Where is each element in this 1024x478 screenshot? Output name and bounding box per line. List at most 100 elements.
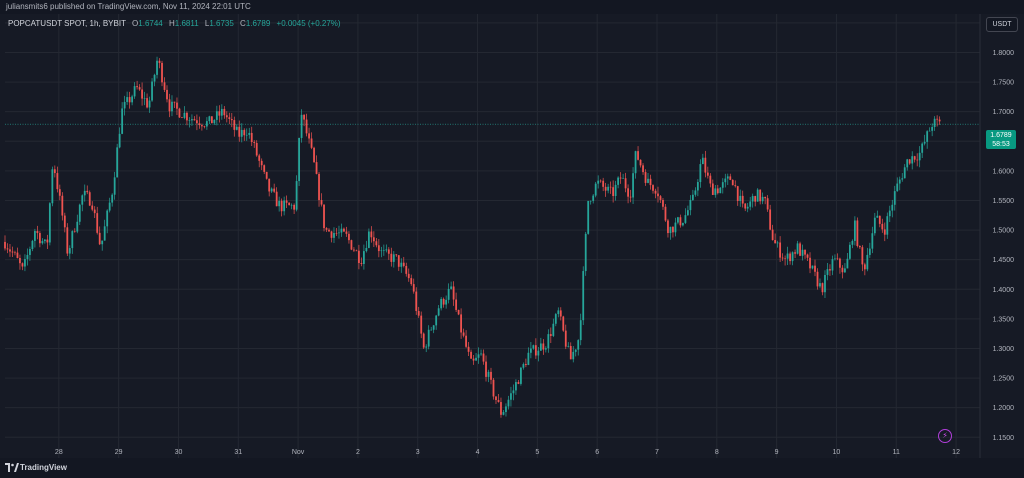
- candle-body: [858, 246, 861, 248]
- candle-body: [607, 186, 610, 191]
- open-value: 1.6744: [138, 19, 163, 28]
- candle-body: [926, 131, 929, 142]
- candle-body: [328, 229, 330, 232]
- candle-body: [577, 340, 580, 350]
- candle-body: [56, 173, 59, 190]
- candle-body: [913, 156, 916, 160]
- candle-body: [24, 259, 26, 267]
- candle-body: [589, 200, 592, 202]
- candle-body: [911, 156, 914, 164]
- candle-body: [452, 286, 455, 300]
- candle-body: [178, 108, 181, 118]
- candle-body: [497, 400, 500, 403]
- tradingview-brand[interactable]: TradingView: [20, 463, 67, 472]
- candle-body: [46, 239, 49, 243]
- candle-body: [888, 210, 891, 217]
- candle-body: [667, 220, 669, 234]
- candle-body: [554, 314, 557, 324]
- candle-body: [716, 188, 719, 194]
- candle-body: [893, 191, 896, 205]
- candle-body: [744, 203, 747, 209]
- candle-body: [928, 130, 931, 132]
- candle-body: [173, 101, 176, 103]
- candle-body: [851, 240, 854, 245]
- candle-body: [654, 190, 657, 194]
- candle-body: [382, 250, 385, 251]
- candle-body: [415, 291, 418, 311]
- candle-body: [771, 229, 774, 241]
- candle-body: [821, 283, 824, 293]
- x-tick-label: 11: [893, 449, 900, 456]
- candle-body: [527, 352, 530, 365]
- candle-body: [215, 111, 218, 120]
- candle-body: [73, 231, 76, 232]
- candle-body: [786, 253, 789, 259]
- candle-body: [726, 176, 729, 179]
- candle-body: [315, 162, 318, 174]
- candle-body: [572, 351, 575, 360]
- candle-body: [430, 329, 433, 331]
- symbol-name: POPCATUSDT SPOT, 1h, BYBIT: [8, 19, 126, 28]
- currency-button[interactable]: USDT: [986, 17, 1018, 32]
- candle-body: [906, 159, 909, 168]
- x-tick-label: 2: [356, 449, 360, 456]
- candle-body: [557, 310, 560, 315]
- candle-body: [839, 258, 841, 268]
- candle-body: [809, 257, 811, 269]
- candle-body: [83, 190, 86, 196]
- y-tick-label: 1.2000: [993, 405, 1015, 412]
- candle-body: [63, 215, 66, 228]
- change-value: +0.0045 (+0.27%): [276, 19, 341, 28]
- candle-body: [627, 188, 629, 197]
- candle-body: [629, 196, 632, 198]
- candle-body: [539, 343, 542, 351]
- candle-body: [495, 396, 497, 401]
- candle-body: [293, 204, 296, 210]
- candle-body: [811, 265, 814, 269]
- tradingview-logo-icon[interactable]: [5, 463, 19, 472]
- candle-body: [375, 241, 378, 246]
- candle-body: [6, 248, 9, 250]
- candle-body: [761, 196, 764, 202]
- candle-body: [66, 227, 69, 254]
- candle-body: [826, 269, 829, 275]
- candle-body: [390, 253, 393, 262]
- x-tick-label: 7: [655, 449, 659, 456]
- candle-body: [868, 248, 871, 255]
- candle-body: [343, 228, 345, 232]
- candle-body: [218, 111, 221, 116]
- candle-body: [126, 97, 129, 102]
- candle-body: [313, 147, 315, 163]
- y-tick-label: 1.8000: [993, 50, 1015, 57]
- candle-body: [505, 406, 507, 413]
- candle-body: [569, 345, 572, 360]
- candle-body: [759, 189, 762, 202]
- candle-body: [86, 190, 89, 193]
- candle-body: [746, 206, 749, 209]
- y-tick-label: 1.6000: [993, 168, 1015, 175]
- price-chart[interactable]: 1.85001.80001.75001.70001.65001.60001.55…: [0, 0, 1024, 478]
- candle-body: [622, 178, 624, 179]
- candle-body: [203, 126, 206, 127]
- candle-body: [916, 159, 919, 161]
- candle-body: [26, 254, 29, 260]
- candle-body: [921, 143, 924, 153]
- candle-body: [534, 345, 537, 356]
- candle-body: [863, 264, 866, 270]
- lightning-icon[interactable]: ⚡: [938, 429, 952, 443]
- candle-body: [163, 82, 166, 90]
- candle-body: [78, 204, 81, 222]
- candle-body: [96, 213, 99, 233]
- candle-body: [679, 217, 682, 226]
- candle-body: [340, 228, 343, 233]
- candle-body: [230, 119, 233, 121]
- candle-body: [133, 86, 136, 97]
- candle-body: [407, 273, 410, 279]
- candle-body: [4, 241, 6, 249]
- candle-body: [784, 258, 786, 260]
- candle-body: [639, 159, 642, 166]
- candle-body: [614, 184, 617, 196]
- candle-body: [901, 178, 904, 180]
- candle-body: [330, 231, 333, 238]
- candle-body: [148, 100, 151, 108]
